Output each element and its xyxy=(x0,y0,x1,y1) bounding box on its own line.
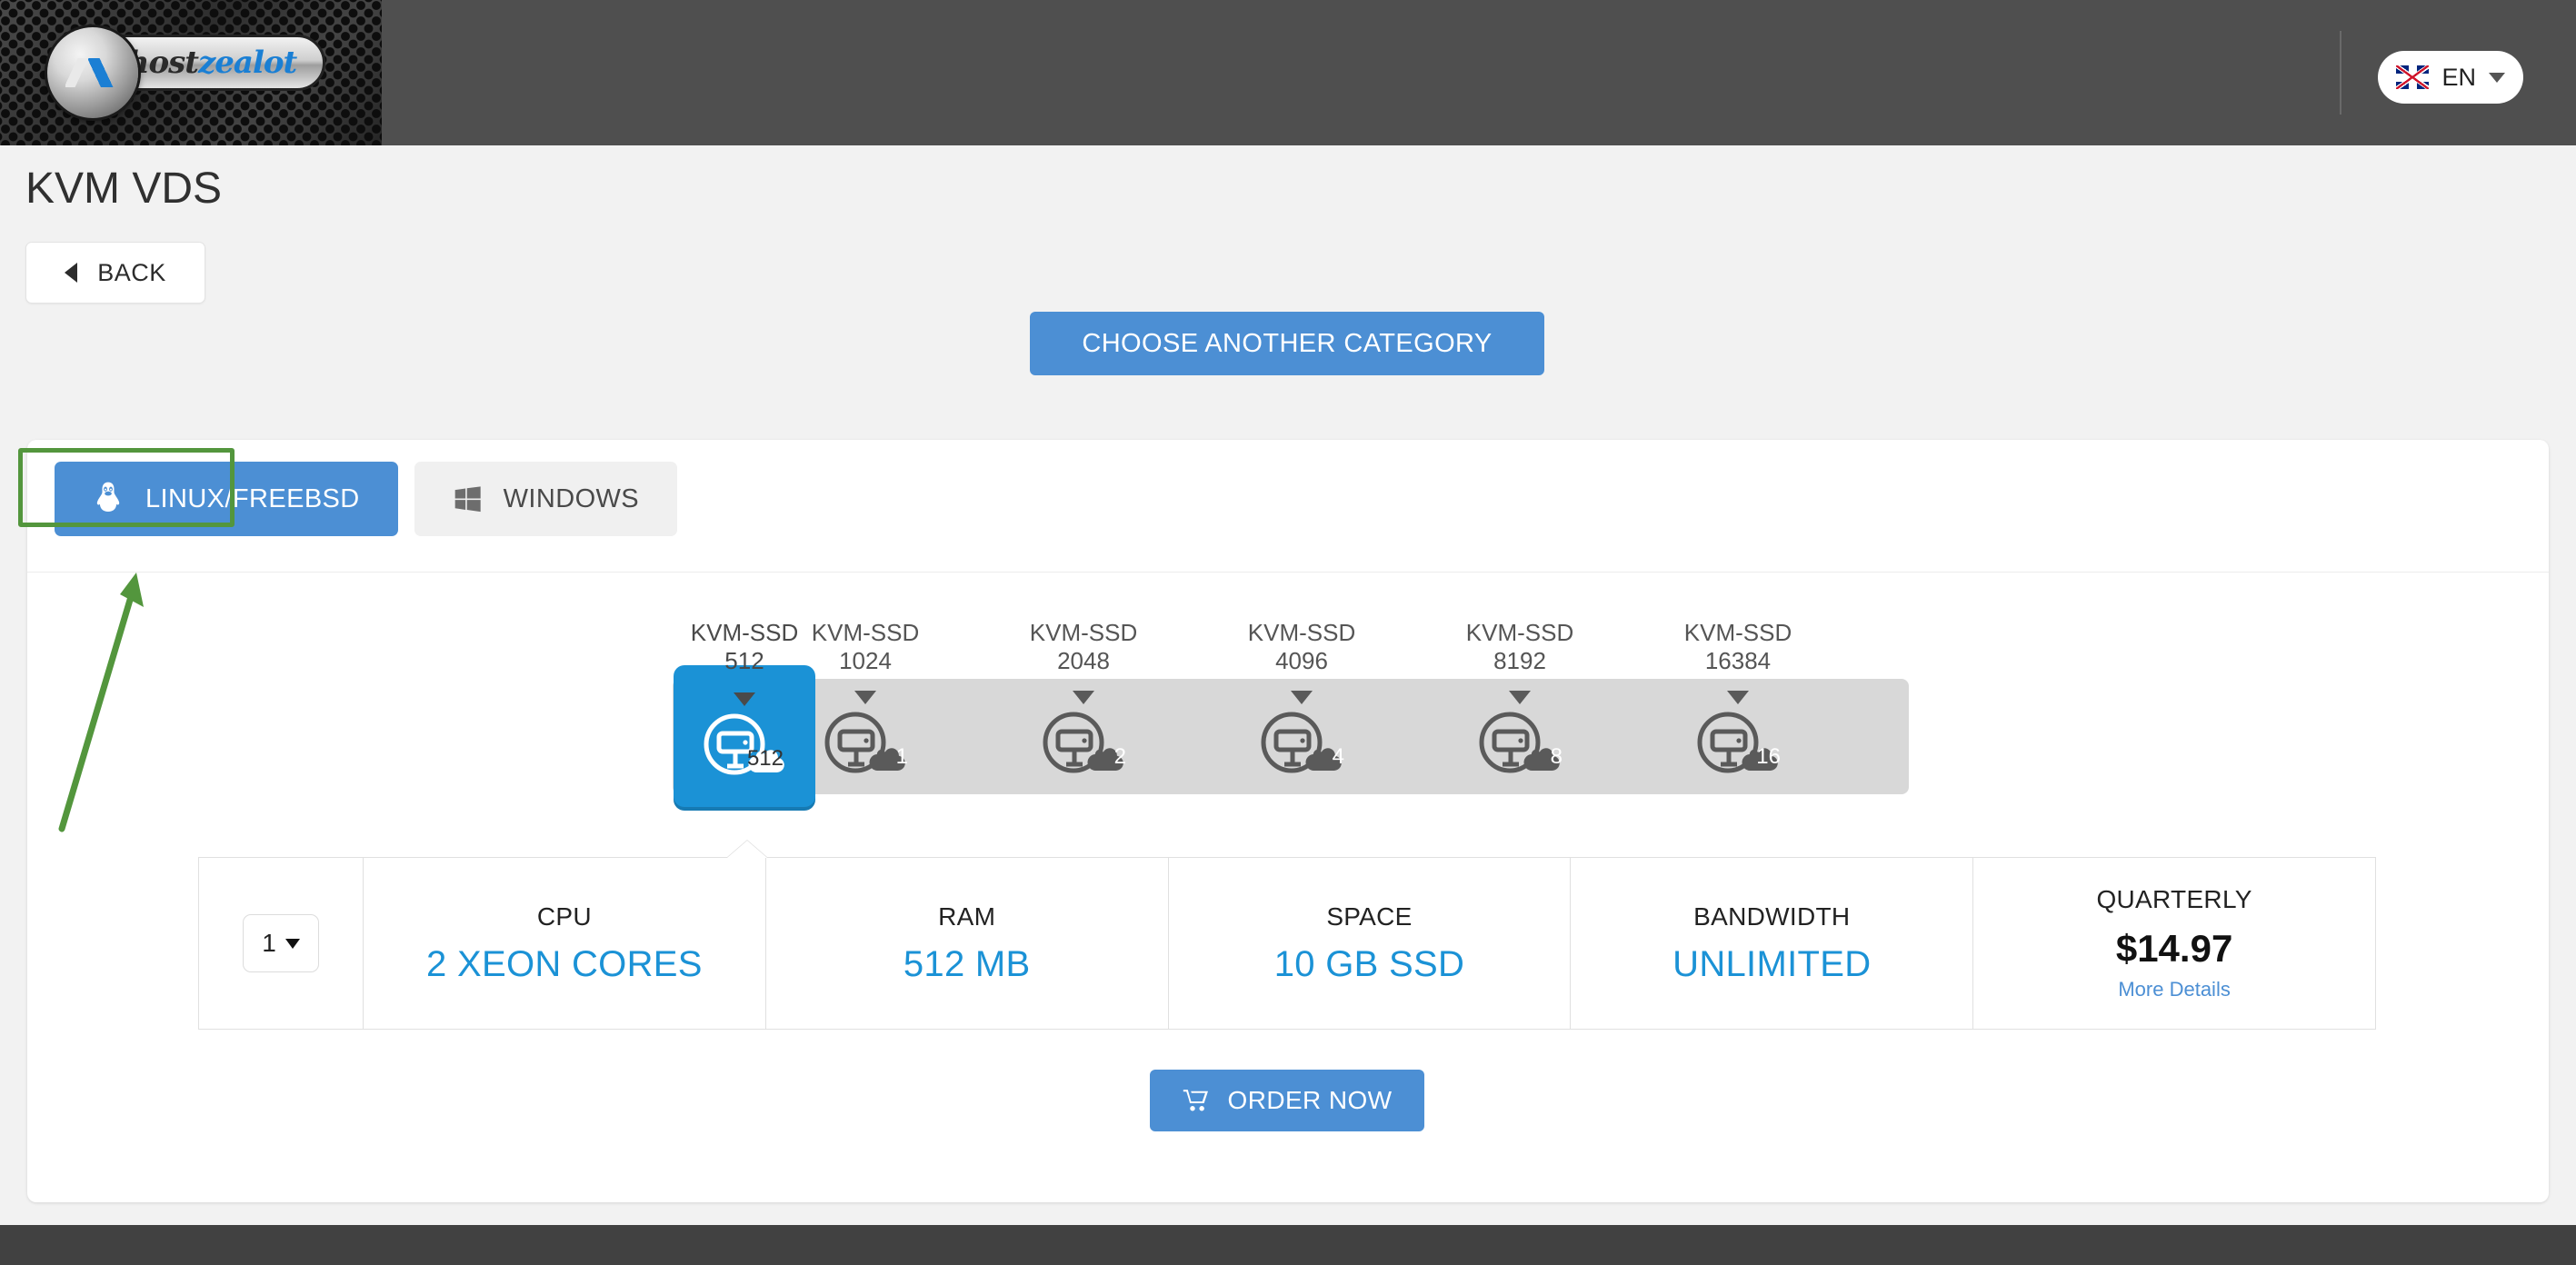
selected-plan-pointer xyxy=(727,841,767,858)
back-button[interactable]: BACK xyxy=(25,242,205,304)
spec-cell-price: QUARTERLY $14.97 More Details xyxy=(1973,858,2375,1029)
order-now-label: ORDER NOW xyxy=(1227,1086,1393,1114)
back-button-label: BACK xyxy=(97,258,166,286)
tab-linux-freebsd[interactable]: LINUX/FREEBSD xyxy=(55,462,398,536)
quantity-stepper[interactable]: 1 xyxy=(243,914,319,972)
plan-name: KVM-SSD 8192 xyxy=(1465,619,1574,674)
spec-cell-ram: RAM 512 MB xyxy=(766,858,1169,1029)
server-cloud-icon: 4 xyxy=(1252,710,1352,779)
plan-tile: 4 xyxy=(1232,680,1372,811)
header-divider xyxy=(2340,31,2341,115)
language-selector[interactable]: EN xyxy=(2378,51,2523,104)
chevron-down-icon xyxy=(2489,72,2505,83)
spec-header: CPU xyxy=(536,901,592,931)
plan-option-kvm-ssd-8192[interactable]: KVM-SSD 8192 8 xyxy=(1411,619,1629,811)
server-cloud-icon: 1 xyxy=(815,710,915,779)
uk-flag-icon xyxy=(2396,65,2430,89)
plan-name: KVM-SSD 1024 xyxy=(811,619,920,674)
plan-badge: 16 xyxy=(1756,744,1781,770)
triangle-down-icon xyxy=(1291,691,1313,705)
os-tab-group: LINUX/FREEBSD WINDOWS xyxy=(55,462,678,536)
triangle-down-icon xyxy=(734,692,755,707)
tab-windows-label: WINDOWS xyxy=(503,483,640,513)
plan-tile: 1 xyxy=(795,680,935,811)
tab-divider xyxy=(27,572,2549,573)
plan-tile: 16 xyxy=(1668,680,1808,811)
spec-value: 10 GB SSD xyxy=(1273,943,1465,984)
plan-option-kvm-ssd-4096[interactable]: KVM-SSD 4096 4 xyxy=(1193,619,1411,811)
triangle-down-icon xyxy=(1727,691,1749,705)
spec-header: BANDWIDTH xyxy=(1693,901,1851,931)
quantity-cell: 1 xyxy=(199,858,364,1029)
plan-spec-table: 1 CPU 2 XEON CORES RAM 512 MB SPACE 10 G… xyxy=(198,857,2376,1030)
tab-windows[interactable]: WINDOWS xyxy=(414,462,678,536)
plan-name: KVM-SSD 2048 xyxy=(1029,619,1138,674)
price-value: $14.97 xyxy=(2115,927,2233,970)
spec-value: 512 MB xyxy=(903,943,1031,984)
windows-logo-icon xyxy=(454,486,481,513)
logo-panel[interactable]: hostzealot xyxy=(0,0,382,145)
spec-cell-space: SPACE 10 GB SSD xyxy=(1169,858,1572,1029)
spec-value: UNLIMITED xyxy=(1672,943,1872,984)
logo-text-accent: zealot xyxy=(197,45,297,81)
chevron-left-icon xyxy=(65,263,78,283)
triangle-down-icon xyxy=(1509,691,1531,705)
language-code: EN xyxy=(2441,63,2476,91)
plan-badge: 4 xyxy=(1332,744,1344,770)
server-cloud-icon: 2 xyxy=(1033,710,1133,779)
logo-emblem-icon xyxy=(47,27,138,118)
spec-header: RAM xyxy=(938,901,996,931)
spec-cell-bandwidth: BANDWIDTH UNLIMITED xyxy=(1571,858,1974,1029)
more-details-link[interactable]: More Details xyxy=(2118,978,2230,1001)
price-header: QUARTERLY xyxy=(2096,885,2252,913)
plan-badge: 8 xyxy=(1550,744,1563,770)
shopping-cart-icon xyxy=(1183,1090,1208,1111)
spec-value: 2 XEON CORES xyxy=(426,943,703,984)
site-footer xyxy=(0,1225,2576,1265)
site-header: hostzealot EN xyxy=(0,0,2576,145)
plan-tile: 2 xyxy=(1013,680,1153,811)
quantity-value: 1 xyxy=(262,929,276,957)
plan-tile: 8 xyxy=(1450,680,1590,811)
plan-option-kvm-ssd-1024[interactable]: KVM-SSD 1024 1 xyxy=(756,619,974,811)
plan-badge: 1 xyxy=(895,744,908,770)
server-cloud-icon: 16 xyxy=(1688,710,1788,779)
plan-name: KVM-SSD 4096 xyxy=(1247,619,1356,674)
tab-linux-freebsd-label: LINUX/FREEBSD xyxy=(145,483,360,513)
plan-badge: 2 xyxy=(1113,744,1126,770)
order-now-button[interactable]: ORDER NOW xyxy=(1150,1070,1424,1131)
spec-header: SPACE xyxy=(1326,901,1413,931)
triangle-down-icon xyxy=(1073,691,1094,705)
server-cloud-icon: 8 xyxy=(1470,710,1570,779)
chevron-down-icon xyxy=(285,938,300,949)
page-title: KVM VDS xyxy=(25,164,223,213)
triangle-down-icon xyxy=(854,691,876,705)
plan-name: KVM-SSD 16384 xyxy=(1683,619,1792,674)
linux-penguin-icon xyxy=(96,482,120,513)
spec-cell-cpu: CPU 2 XEON CORES xyxy=(364,858,766,1029)
plan-option-kvm-ssd-16384[interactable]: KVM-SSD 16384 16 xyxy=(1629,619,1847,811)
choose-another-category-button[interactable]: CHOOSE ANOTHER CATEGORY xyxy=(1030,312,1544,375)
plan-option-kvm-ssd-2048[interactable]: KVM-SSD 2048 2 xyxy=(974,619,1193,811)
